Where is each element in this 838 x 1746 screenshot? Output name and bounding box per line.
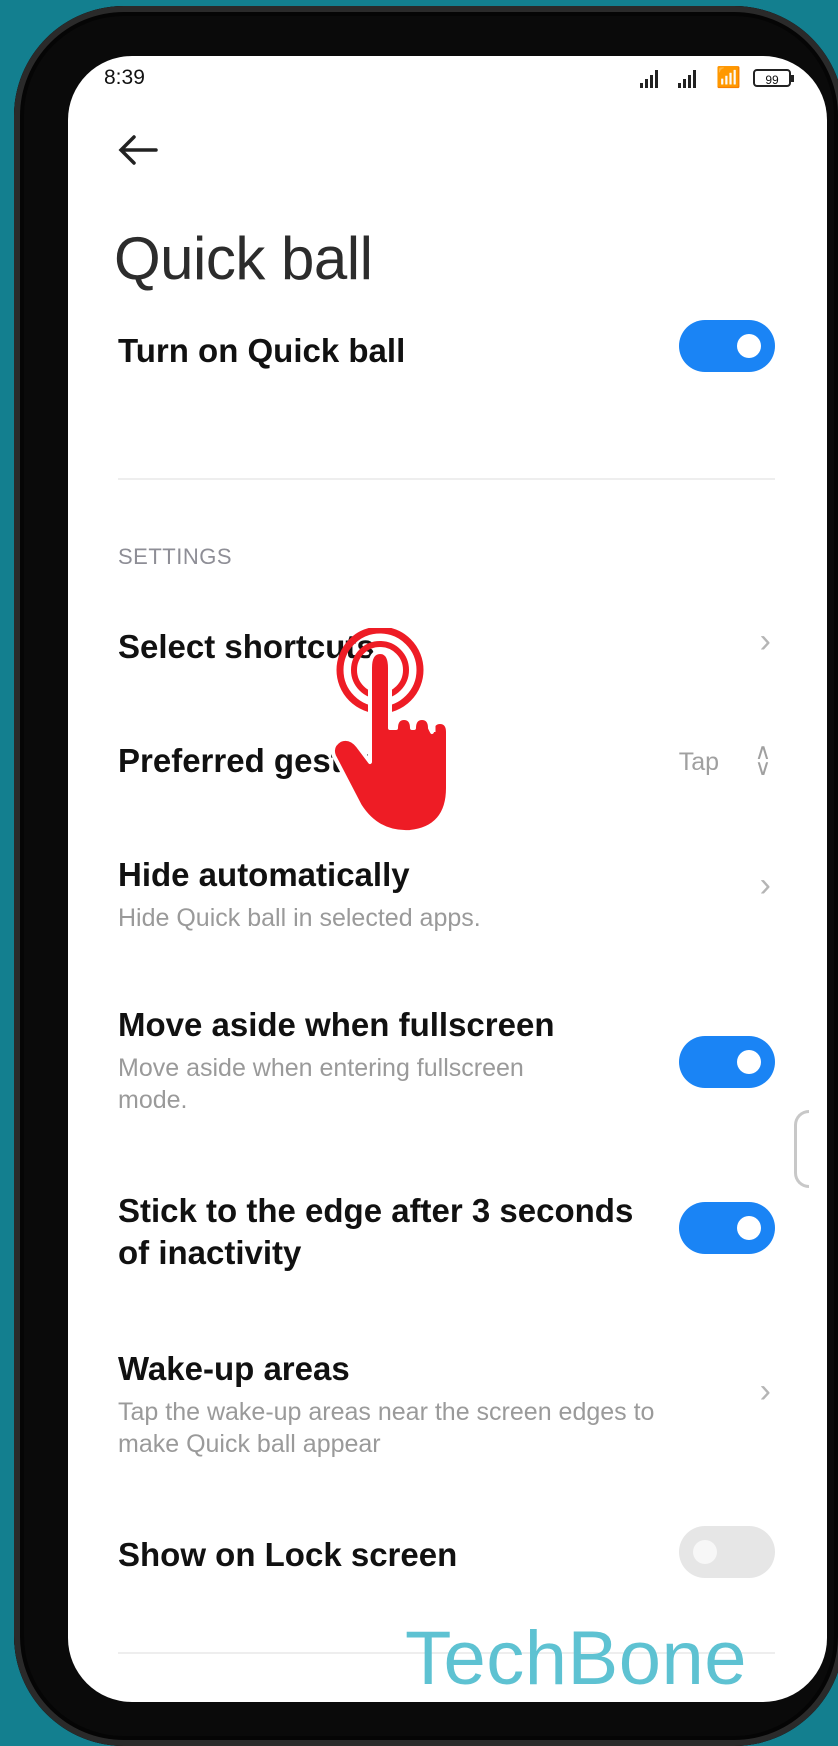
stick-to-edge-row[interactable]: Stick to the edge after 3 seconds of ina… <box>118 1190 775 1280</box>
toggle-knob <box>737 1216 761 1240</box>
chevron-right-icon: › <box>759 1372 771 1410</box>
move-aside-toggle[interactable] <box>679 1036 775 1088</box>
move-aside-description: Move aside when entering fullscreen mode… <box>118 1054 524 1114</box>
lock-screen-label: Show on Lock screen <box>118 1536 458 1573</box>
hide-automatically-description: Hide Quick ball in selected apps. <box>118 904 481 932</box>
phone-frame: 8:39 📶 99 Quick ball Turn on Quick ball … <box>14 6 838 1746</box>
hide-automatically-label: Hide automatically <box>118 856 410 893</box>
chevron-up-down-icon: ∧ ∨ <box>754 739 771 780</box>
move-aside-label: Move aside when fullscreen <box>118 1006 555 1043</box>
stick-to-edge-toggle[interactable] <box>679 1202 775 1254</box>
back-button[interactable] <box>116 128 166 178</box>
status-icons: 📶 99 <box>640 67 794 89</box>
turn-on-row[interactable]: Turn on Quick ball <box>118 320 775 380</box>
wake-up-areas-row[interactable]: Wake-up areas Tap the wake-up areas near… <box>118 1350 775 1460</box>
wake-up-areas-description: Tap the wake-up areas near the screen ed… <box>118 1398 655 1458</box>
scroll-indicator <box>794 1110 809 1188</box>
watermark-logo: TechBone <box>405 1616 748 1701</box>
lock-screen-toggle[interactable] <box>679 1526 775 1578</box>
page-title: Quick ball <box>114 225 373 292</box>
divider <box>118 478 775 480</box>
section-settings: SETTINGS <box>118 544 233 569</box>
turn-on-label: Turn on Quick ball <box>118 332 406 369</box>
toggle-knob <box>693 1540 717 1564</box>
signal-icon <box>640 68 666 88</box>
toggle-knob <box>737 1050 761 1074</box>
chevron-right-icon: › <box>759 622 771 660</box>
status-time: 8:39 <box>104 66 145 89</box>
chevron-right-icon: › <box>759 866 771 904</box>
signal-icon <box>678 68 704 88</box>
wifi-icon: 📶 <box>716 67 741 89</box>
turn-on-toggle[interactable] <box>679 320 775 372</box>
preferred-gesture-value: Tap <box>678 748 719 776</box>
battery-icon: 99 <box>753 69 794 87</box>
lock-screen-row[interactable]: Show on Lock screen <box>118 1526 775 1582</box>
wake-up-areas-label: Wake-up areas <box>118 1350 350 1387</box>
phone-screen: 8:39 📶 99 Quick ball Turn on Quick ball … <box>68 56 827 1702</box>
move-aside-row[interactable]: Move aside when fullscreen Move aside wh… <box>118 1006 775 1116</box>
hide-automatically-row[interactable]: Hide automatically Hide Quick ball in se… <box>118 856 775 936</box>
tap-hand-icon <box>330 628 450 835</box>
stick-to-edge-label: Stick to the edge after 3 seconds of ina… <box>118 1192 634 1271</box>
arrow-left-icon <box>118 135 158 165</box>
toggle-knob <box>737 334 761 358</box>
status-bar: 8:39 📶 99 <box>104 62 794 102</box>
